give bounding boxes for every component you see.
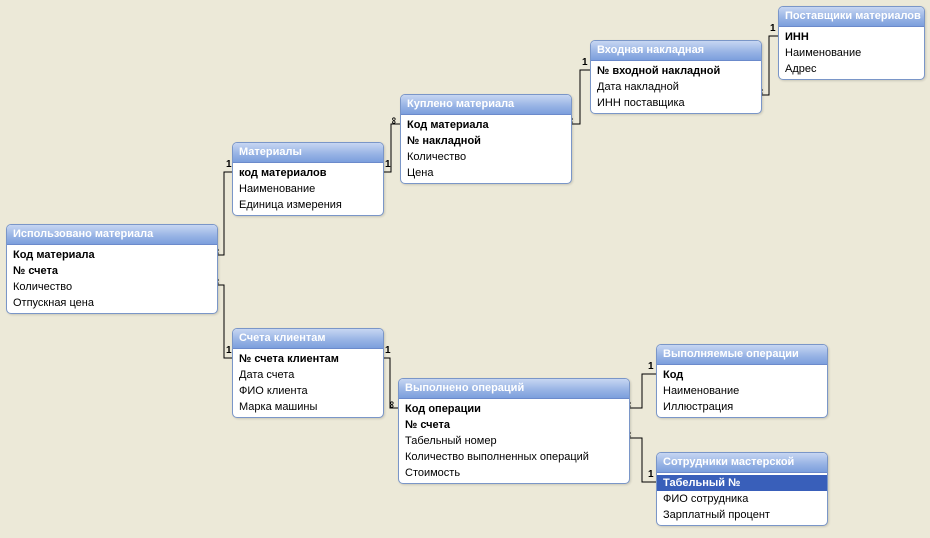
- entity-field[interactable]: Наименование: [233, 181, 383, 197]
- entity-field[interactable]: Табельный номер: [399, 433, 629, 449]
- entity-field[interactable]: Дата счета: [233, 367, 383, 383]
- entity-fields: Код материала№ накладнойКоличествоЦена: [401, 115, 571, 183]
- entity-field[interactable]: Отпускная цена: [7, 295, 217, 311]
- entity-field[interactable]: Количество: [401, 149, 571, 165]
- entity-title[interactable]: Куплено материала: [401, 95, 571, 115]
- entity-field[interactable]: Табельный №: [657, 475, 827, 491]
- entity-field[interactable]: ФИО клиента: [233, 383, 383, 399]
- entity-done[interactable]: Выполнено операцийКод операции№ счетаТаб…: [398, 378, 630, 484]
- entity-title[interactable]: Сотрудники мастерской: [657, 453, 827, 473]
- entity-used[interactable]: Использовано материалаКод материала№ сче…: [6, 224, 218, 314]
- entity-field[interactable]: Единица измерения: [233, 197, 383, 213]
- entity-field[interactable]: Наименование: [657, 383, 827, 399]
- entity-field[interactable]: код материалов: [233, 165, 383, 181]
- rel-label-one: 1: [648, 470, 654, 480]
- entity-title[interactable]: Выполнено операций: [399, 379, 629, 399]
- entity-field[interactable]: Иллюстрация: [657, 399, 827, 415]
- entity-field[interactable]: Код операции: [399, 401, 629, 417]
- entity-ops[interactable]: Выполняемые операцииКодНаименованиеИллюс…: [656, 344, 828, 418]
- entity-fields: КодНаименованиеИллюстрация: [657, 365, 827, 417]
- rel-label-many: ∞: [388, 117, 398, 124]
- entity-field[interactable]: Зарплатный процент: [657, 507, 827, 523]
- rel-label-one: 1: [226, 346, 232, 356]
- rel-label-one: 1: [385, 160, 391, 170]
- entity-fields: Код материала№ счетаКоличествоОтпускная …: [7, 245, 217, 313]
- entity-field[interactable]: Марка машины: [233, 399, 383, 415]
- entity-fields: № счета клиентамДата счетаФИО клиентаМар…: [233, 349, 383, 417]
- entity-field[interactable]: Количество выполненных операций: [399, 449, 629, 465]
- entity-buy[interactable]: Куплено материалаКод материала№ накладно…: [400, 94, 572, 184]
- entity-title[interactable]: Выполняемые операции: [657, 345, 827, 365]
- entity-title[interactable]: Использовано материала: [7, 225, 217, 245]
- entity-field[interactable]: ИНН: [779, 29, 924, 45]
- entity-fields: Табельный №ФИО сотрудникаЗарплатный проц…: [657, 473, 827, 525]
- entity-fields: код материаловНаименованиеЕдиница измере…: [233, 163, 383, 215]
- entity-title[interactable]: Материалы: [233, 143, 383, 163]
- rel-label-one: 1: [385, 346, 391, 356]
- entity-field[interactable]: ФИО сотрудника: [657, 491, 827, 507]
- entity-title[interactable]: Входная накладная: [591, 41, 761, 61]
- entity-field[interactable]: № входной накладной: [591, 63, 761, 79]
- entity-field[interactable]: Наименование: [779, 45, 924, 61]
- entity-field[interactable]: Адрес: [779, 61, 924, 77]
- entity-field[interactable]: Стоимость: [399, 465, 629, 481]
- entity-title[interactable]: Поставщики материалов: [779, 7, 924, 27]
- entity-field[interactable]: Код: [657, 367, 827, 383]
- entity-field[interactable]: Код материала: [7, 247, 217, 263]
- entity-field[interactable]: Код материала: [401, 117, 571, 133]
- entity-field[interactable]: Цена: [401, 165, 571, 181]
- entity-field[interactable]: Дата накладной: [591, 79, 761, 95]
- entity-title[interactable]: Счета клиентам: [233, 329, 383, 349]
- entity-field[interactable]: № счета: [7, 263, 217, 279]
- entity-inv[interactable]: Входная накладная№ входной накладнойДата…: [590, 40, 762, 114]
- entity-field[interactable]: № накладной: [401, 133, 571, 149]
- entity-field[interactable]: № счета: [399, 417, 629, 433]
- entity-field[interactable]: Количество: [7, 279, 217, 295]
- entity-acc[interactable]: Счета клиентам№ счета клиентамДата счета…: [232, 328, 384, 418]
- rel-label-many: ∞: [386, 401, 396, 408]
- rel-label-one: 1: [582, 58, 588, 68]
- entity-fields: Код операции№ счетаТабельный номерКоличе…: [399, 399, 629, 483]
- entity-sup[interactable]: Поставщики материаловИНННаименованиеАдре…: [778, 6, 925, 80]
- rel-label-one: 1: [226, 160, 232, 170]
- entity-field[interactable]: № счета клиентам: [233, 351, 383, 367]
- entity-fields: ИНННаименованиеАдрес: [779, 27, 924, 79]
- entity-fields: № входной накладнойДата накладнойИНН пос…: [591, 61, 761, 113]
- rel-label-one: 1: [770, 24, 776, 34]
- entity-emp[interactable]: Сотрудники мастерскойТабельный №ФИО сотр…: [656, 452, 828, 526]
- rel-label-one: 1: [648, 362, 654, 372]
- entity-field[interactable]: ИНН поставщика: [591, 95, 761, 111]
- entity-mat[interactable]: Материалыкод материаловНаименованиеЕдини…: [232, 142, 384, 216]
